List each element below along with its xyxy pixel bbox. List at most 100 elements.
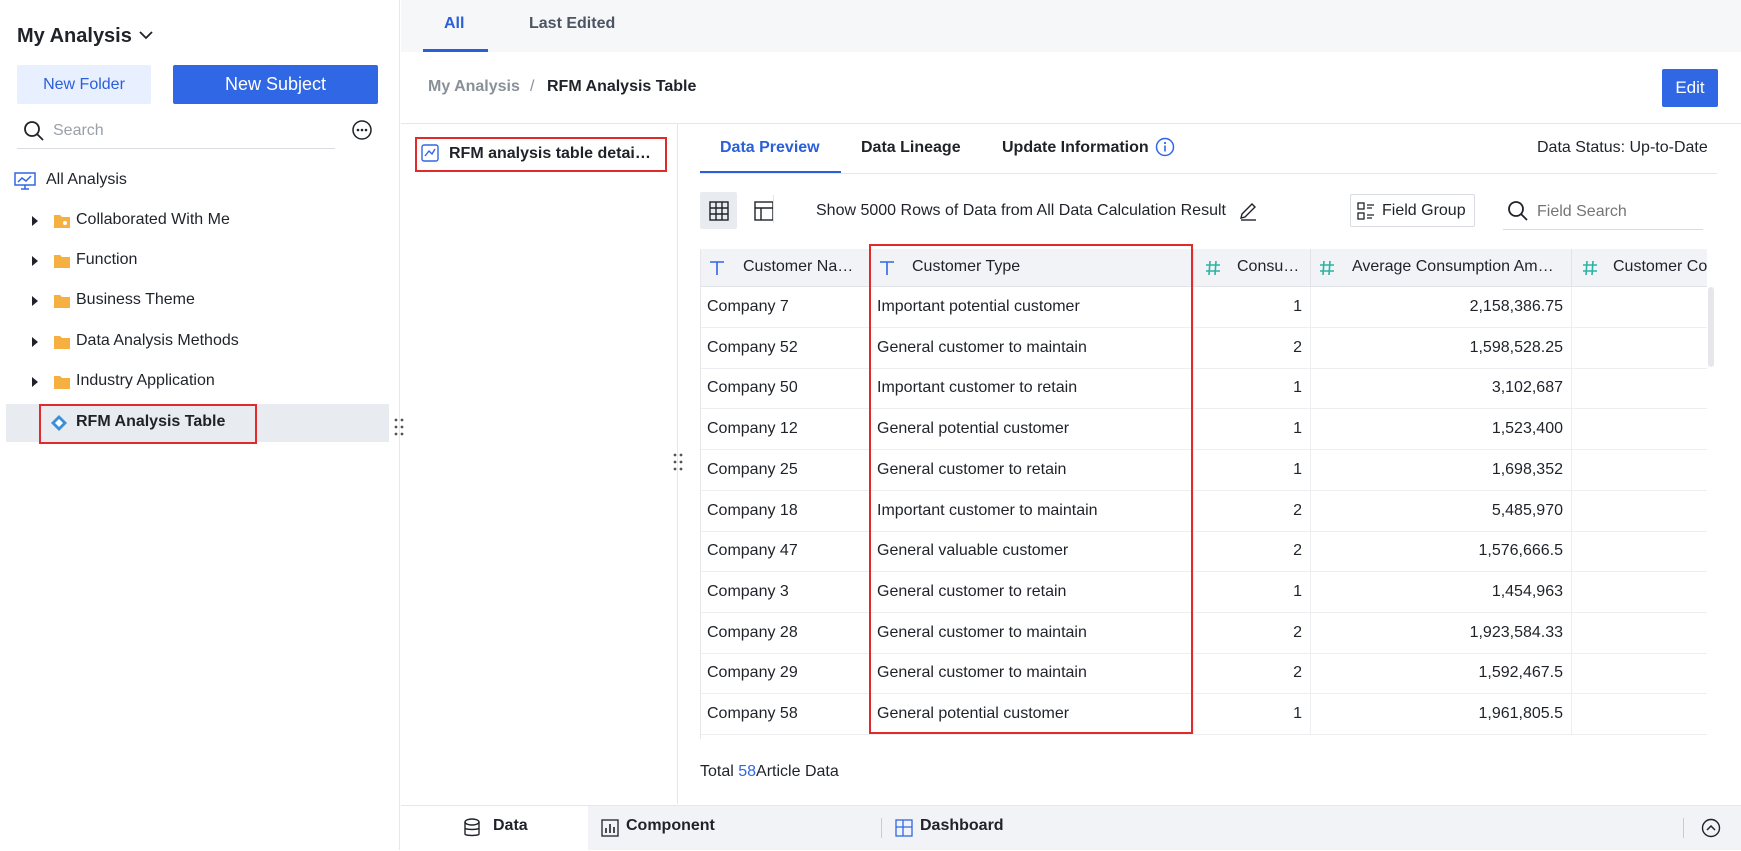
table-cell[interactable]: Company 58 [701,694,871,735]
tree-item-collaborated[interactable]: Collaborated With Me [0,202,390,240]
table-cell[interactable]: 1,961,805.5 [1311,694,1572,735]
column-header[interactable]: Customer Na… [701,249,871,287]
table-cell[interactable]: 1 [1194,449,1311,491]
tab-all[interactable]: All [444,15,464,33]
table-cell[interactable]: Company 3 [701,571,871,613]
table-cell[interactable]: 2,158,386.75 [1311,287,1572,328]
search-input[interactable] [53,118,323,144]
table-cell[interactable]: 1 [1194,694,1311,735]
tab-last-edited[interactable]: Last Edited [529,15,615,33]
table-cell[interactable]: Company 18 [701,490,871,532]
sidebar-title[interactable]: My Analysis [17,25,132,48]
table-cell[interactable]: 2 [1194,327,1311,369]
table-cell-value: Company 7 [707,298,789,315]
table-cell[interactable] [1572,328,1707,369]
table-cell-value: Company 50 [707,379,798,397]
search-icon [1507,200,1529,222]
field-search[interactable] [1503,194,1703,230]
more-options-icon[interactable] [351,119,373,141]
table-cell[interactable]: 2 [1194,653,1311,695]
tree-item-business-theme[interactable]: Business Theme [0,282,390,320]
table-cell[interactable] [1572,287,1707,328]
grid-view-button[interactable] [700,192,737,229]
new-folder-button[interactable]: New Folder [17,65,151,104]
column-header[interactable]: Average Consumption Am… [1311,249,1572,287]
column-header[interactable]: Consu… [1194,249,1311,287]
table-cell[interactable]: 1,923,584.33 [1311,612,1572,654]
table-cell-value: 1,698,352 [1491,460,1563,478]
tree-item-all-analysis[interactable]: All Analysis [0,162,390,200]
table-cell[interactable]: 1 [1194,571,1311,613]
database-icon [463,818,481,838]
tree-item-function[interactable]: Function [0,242,390,280]
table-cell[interactable]: 1,454,963 [1311,571,1572,613]
table-cell[interactable]: 1,576,666.5 [1311,531,1572,573]
layout-view-icon[interactable] [754,201,774,221]
table-cell[interactable]: Company 12 [701,409,871,451]
table-cell[interactable] [1572,491,1707,532]
tab-data-lineage[interactable]: Data Lineage [861,139,961,157]
table-cell[interactable] [1572,368,1707,410]
vertical-scrollbar[interactable] [1708,287,1714,367]
table-cell[interactable] [1572,613,1707,654]
table-cell[interactable]: 1,592,467.5 [1311,653,1572,695]
table-cell[interactable]: 1,523,400 [1311,409,1572,451]
table-cell[interactable] [1572,653,1707,695]
bottom-tab-data[interactable]: Data [401,806,588,851]
breadcrumb-parent[interactable]: My Analysis [428,78,520,96]
highlight-box [39,404,257,444]
chevron-down-icon[interactable] [138,30,154,40]
caret-right-icon[interactable] [32,377,38,387]
drag-handle-icon[interactable] [672,452,684,472]
tree-item-industry-application[interactable]: Industry Application [0,363,390,401]
table-cell[interactable]: 1,598,528.25 [1311,327,1572,369]
table-cell[interactable]: Company 52 [701,327,871,369]
table-cell[interactable]: 3,102,687 [1311,368,1572,410]
table-cell[interactable]: Company 50 [701,368,871,410]
bottom-tab-label: Dashboard [920,817,1004,834]
table-cell[interactable]: 1 [1194,409,1311,451]
table-cell[interactable]: 1 [1194,287,1311,328]
table-cell-value: Company 12 [707,420,798,438]
column-header[interactable]: Customer Co [1572,249,1707,287]
data-table: Customer Na… Customer Type Consu… Averag… [700,249,1707,739]
edit-button[interactable]: Edit [1662,69,1718,107]
field-search-input[interactable] [1537,200,1697,224]
highlight-box [415,137,667,172]
table-cell[interactable] [1572,531,1707,573]
caret-right-icon[interactable] [32,256,38,266]
folder-icon [53,253,71,269]
table-cell-value: 1,598,528.25 [1469,338,1563,356]
column-header-label: Customer Na… [743,258,854,275]
table-cell[interactable]: 5,485,970 [1311,490,1572,532]
table-cell[interactable] [1572,694,1707,735]
table-cell[interactable]: 2 [1194,490,1311,532]
table-cell[interactable]: Company 29 [701,653,871,695]
sidebar-search[interactable] [17,115,335,149]
info-icon[interactable] [1155,137,1175,157]
caret-right-icon[interactable] [32,296,38,306]
caret-right-icon[interactable] [32,337,38,347]
tree-item-data-analysis-methods[interactable]: Data Analysis Methods [0,323,390,361]
table-cell-value: Company 18 [707,501,798,519]
table-cell[interactable]: Company 7 [701,287,871,328]
table-cell[interactable]: Company 47 [701,531,871,573]
table-cell[interactable]: 2 [1194,612,1311,654]
new-subject-button[interactable]: New Subject [173,65,378,104]
table-cell-value: 1 [1293,705,1302,722]
table-cell[interactable] [1572,409,1707,451]
table-cell[interactable] [1572,572,1707,613]
collapse-up-icon[interactable] [1701,818,1721,838]
tab-update-information[interactable]: Update Information [1002,139,1149,157]
tab-data-preview[interactable]: Data Preview [720,139,820,157]
table-cell[interactable]: 1 [1194,368,1311,410]
field-group-button[interactable]: Field Group [1350,194,1475,227]
table-cell[interactable]: Company 25 [701,449,871,491]
table-cell-value: 2 [1293,338,1302,356]
edit-pencil-icon[interactable] [1238,201,1258,221]
table-cell[interactable]: Company 28 [701,612,871,654]
table-cell[interactable]: 2 [1194,531,1311,573]
caret-right-icon[interactable] [32,216,38,226]
table-cell[interactable] [1572,450,1707,491]
table-cell[interactable]: 1,698,352 [1311,449,1572,491]
